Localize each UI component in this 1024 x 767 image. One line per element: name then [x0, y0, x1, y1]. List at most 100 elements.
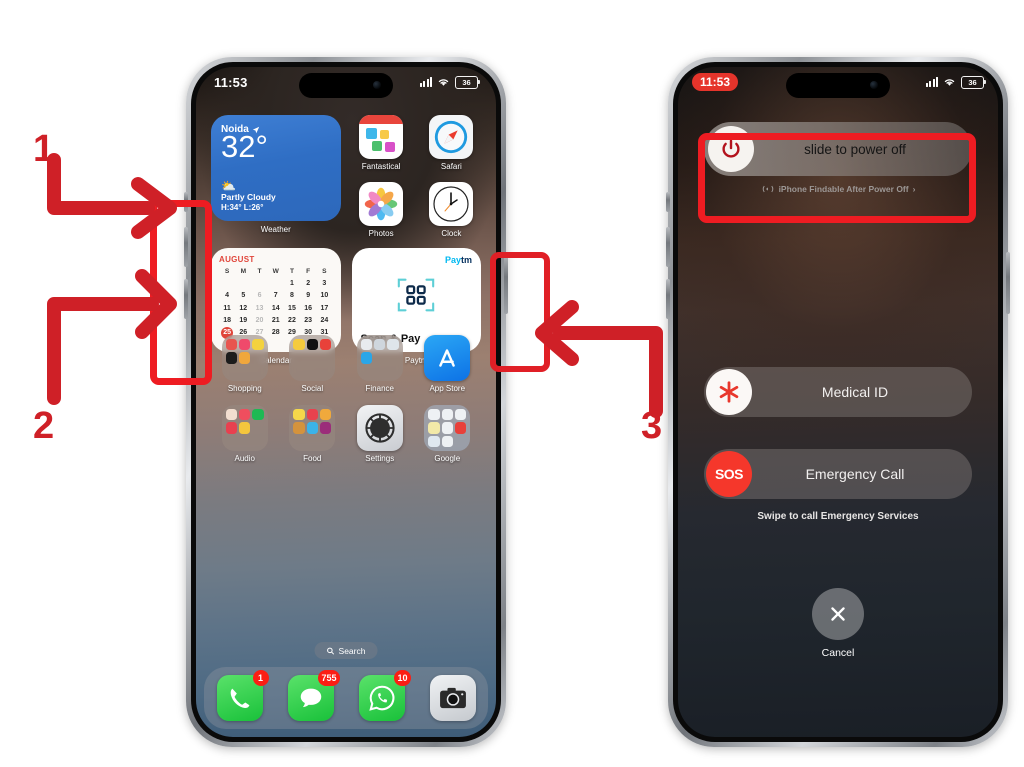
app-safari[interactable]: Safari: [422, 115, 481, 171]
clock-icon: [429, 182, 474, 226]
calendar-day: 3: [322, 280, 327, 288]
findable-row[interactable]: iPhone Findable After Power Off ›: [678, 184, 998, 194]
weather-detail: ⛅ Partly Cloudy H:34° L:26°: [221, 180, 331, 212]
app-label: Safari: [440, 162, 462, 171]
step-number-1: 1: [33, 128, 55, 170]
calendar-day: 4: [225, 292, 230, 300]
app-label: App Store: [429, 384, 466, 393]
calendar-day: 5: [241, 292, 246, 300]
folder-preview: [289, 405, 336, 451]
calendar-day: 20: [255, 316, 264, 324]
emergency-call-label: Emergency Call: [805, 466, 905, 482]
medical-asterisk-icon[interactable]: [706, 369, 752, 415]
calendar-dow: W: [272, 268, 279, 275]
app-label: Settings: [365, 454, 395, 463]
right-phone-device: 11:53 36 slide to power off iPhone Finda…: [666, 57, 1010, 747]
slide-to-power-off-slider[interactable]: slide to power off: [704, 122, 972, 176]
power-icon[interactable]: [708, 126, 754, 172]
folder-row-2: Audio Food Settings Google: [211, 405, 481, 463]
calendar-day: 14: [271, 304, 280, 312]
app-fantastical[interactable]: Fantastical: [352, 115, 411, 171]
status-indicators: 36: [925, 75, 986, 89]
step-number-2: 2: [33, 405, 55, 447]
folder-food[interactable]: Food: [279, 405, 347, 463]
calendar-day: 1: [290, 280, 294, 288]
fantastical-icon: [359, 115, 404, 159]
calendar-day: 19: [239, 316, 248, 324]
volume-up-button[interactable]: [184, 227, 188, 267]
calendar-day: 12: [239, 304, 248, 312]
calendar-day: 17: [320, 304, 329, 312]
calendar-day: 9: [306, 292, 311, 300]
widget-row-1: Noida 32° ⛅ Partly Cloudy H:34° L:26° We…: [211, 115, 481, 238]
volume-up-button-right[interactable]: [666, 227, 670, 267]
signal-bars-icon: [925, 77, 938, 87]
medical-id-slider[interactable]: Medical ID: [704, 367, 972, 417]
folder-area: Shopping Social Finance App Store Audio …: [211, 335, 481, 463]
paytm-brand-tm: tm: [461, 255, 472, 265]
weather-widget[interactable]: Noida 32° ⛅ Partly Cloudy H:34° L:26°: [211, 115, 341, 221]
messages-app[interactable]: 755: [287, 670, 340, 721]
calendar-dow: T: [289, 268, 294, 275]
folder-shopping[interactable]: Shopping: [211, 335, 279, 393]
folder-preview: [424, 405, 471, 451]
calendar-day: 23: [304, 316, 313, 324]
screenshot-stage: 11:53 36 Noida 32° ⛅ Partly Cloudy H:34°…: [0, 0, 1024, 767]
search-label: Search: [338, 645, 366, 656]
emergency-call-slider[interactable]: SOS Emergency Call: [704, 449, 972, 499]
paytm-brand: Pay tm: [361, 255, 472, 265]
whatsapp-app[interactable]: 10: [358, 670, 411, 721]
folder-preview: [356, 335, 403, 381]
calendar-day: 22: [288, 316, 296, 324]
folder-label: Shopping: [227, 384, 262, 393]
medical-id-label: Medical ID: [821, 384, 889, 400]
app-clock[interactable]: Clock: [422, 182, 481, 238]
partly-cloudy-icon: ⛅: [221, 179, 236, 194]
power-off-screen: 11:53 36 slide to power off iPhone Finda…: [678, 67, 998, 737]
cancel-label: Cancel: [821, 647, 855, 659]
badge: 1: [252, 670, 269, 686]
calendar-day: [219, 278, 235, 290]
app-label: Clock: [441, 229, 462, 238]
volume-down-button-right[interactable]: [666, 279, 670, 319]
folder-audio[interactable]: Audio: [211, 405, 279, 463]
calendar-day: 11: [223, 304, 231, 312]
mute-switch-right[interactable]: [666, 192, 670, 212]
calendar-day: 7: [273, 292, 278, 300]
battery-indicator: 36: [455, 75, 480, 89]
folder-google[interactable]: Google: [414, 405, 482, 463]
calendar-month: AUGUST: [219, 255, 255, 264]
app-app-store[interactable]: App Store: [414, 335, 482, 393]
app-photos[interactable]: Photos: [352, 182, 411, 238]
left-status-bar: 11:53 36: [196, 67, 496, 97]
mute-switch[interactable]: [184, 192, 188, 212]
app-label: Fantastical: [361, 162, 401, 171]
volume-down-button[interactable]: [184, 279, 188, 319]
right-status-bar: 11:53 36: [678, 67, 998, 97]
app-row-2: Photos Clock: [352, 182, 482, 238]
app-label: Photos: [368, 229, 394, 238]
side-power-button-right[interactable]: [1006, 252, 1010, 314]
folder-social[interactable]: Social: [279, 335, 347, 393]
folder-label: Google: [434, 454, 461, 463]
search-pill[interactable]: Search: [314, 642, 378, 659]
calendar-dow: M: [240, 268, 247, 275]
cancel-control[interactable]: Cancel: [678, 588, 998, 659]
calendar-day: 18: [223, 316, 231, 324]
calendar-day: 13: [255, 304, 264, 312]
app-store-icon: [424, 335, 471, 381]
weather-high-low: H:34° L:26°: [221, 203, 264, 212]
calendar-day: 21: [271, 316, 280, 324]
calendar-dow: T: [257, 268, 262, 275]
camera-app[interactable]: [429, 675, 476, 721]
side-power-button[interactable]: [504, 252, 508, 314]
step-number-3: 3: [641, 405, 663, 447]
weather-condition: Partly Cloudy: [221, 192, 276, 203]
sos-icon[interactable]: SOS: [706, 451, 752, 497]
phone-app[interactable]: 1: [216, 670, 269, 721]
left-phone-device: 11:53 36 Noida 32° ⛅ Partly Cloudy H:34°…: [184, 57, 508, 747]
app-settings[interactable]: Settings: [346, 405, 414, 463]
folder-finance[interactable]: Finance: [346, 335, 414, 393]
left-phone-screen: 11:53 36 Noida 32° ⛅ Partly Cloudy H:34°…: [196, 67, 496, 737]
close-x-icon[interactable]: [812, 588, 864, 640]
